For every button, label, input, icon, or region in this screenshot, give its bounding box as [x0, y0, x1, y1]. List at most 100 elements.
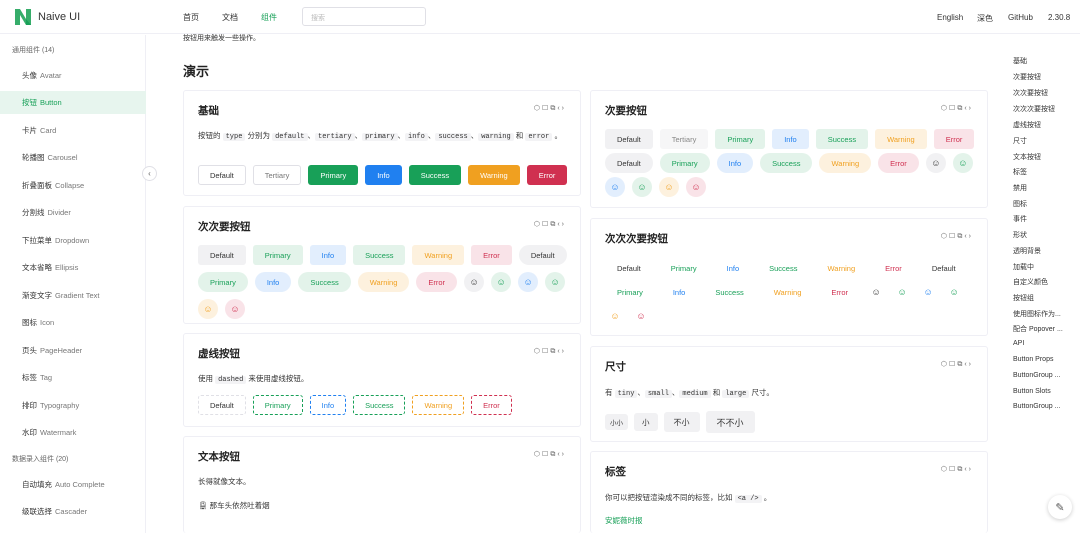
codesandbox-icon[interactable]: ⬡ — [941, 361, 949, 368]
warning-button[interactable]: Warning — [875, 129, 927, 149]
success-round-button[interactable]: Success — [760, 153, 813, 173]
large-button[interactable]: 不不小 — [705, 411, 755, 433]
toc-item[interactable]: 次要按钮 — [1013, 72, 1041, 82]
primary-round-button[interactable]: Primary — [659, 153, 710, 173]
primary-dashed-button[interactable]: Primary — [252, 395, 303, 415]
code-icon[interactable]: ‹› — [964, 233, 973, 240]
code-icon[interactable]: ‹› — [557, 348, 566, 355]
sidebar-item-dropdown[interactable]: 下拉菜单 Dropdown — [0, 229, 146, 252]
toc-item[interactable]: 自定义颜色 — [1013, 277, 1048, 287]
info-dashed-button[interactable]: Info — [309, 395, 347, 415]
icon-button[interactable]: ☺ — [464, 272, 485, 292]
error-button[interactable]: Error — [933, 129, 975, 149]
toc-item[interactable]: API — [1013, 340, 1024, 347]
primary-round-button[interactable]: Primary — [198, 272, 248, 292]
sidebar-item-button[interactable]: 按钮 Button — [0, 91, 146, 114]
warning-round-button[interactable]: Warning — [762, 282, 814, 302]
nav-components[interactable]: 组件 — [261, 12, 277, 23]
toc-item[interactable]: 使用图标作为... — [1013, 309, 1061, 319]
codesandbox-icon[interactable]: ⬡ — [534, 105, 542, 112]
success-button[interactable]: Success — [353, 245, 406, 265]
icon-button[interactable]: ☺ — [892, 282, 912, 302]
toc-item[interactable]: 禁用 — [1013, 183, 1027, 193]
toc-item[interactable]: Button Props — [1013, 356, 1053, 363]
codesandbox-icon[interactable]: ⬡ — [534, 348, 542, 355]
search-input[interactable]: 搜索 — [302, 7, 426, 26]
sidebar-item-divider[interactable]: 分割线 Divider — [0, 201, 146, 224]
codesandbox-icon[interactable]: ⬡ — [534, 221, 542, 228]
sidebar-item-tag[interactable]: 标签 Tag — [0, 366, 146, 389]
icon-button[interactable]: ☺ — [659, 177, 679, 197]
info-button[interactable]: Info — [309, 245, 347, 265]
code-icon[interactable]: ‹› — [964, 105, 973, 112]
github-link[interactable]: GitHub — [1008, 13, 1033, 22]
default-round-button[interactable]: Default — [605, 153, 653, 173]
sidebar-item-gradient-text[interactable]: 渐变文字 Gradient Text — [0, 284, 146, 307]
warning-button[interactable]: Warning — [412, 245, 465, 265]
toc-item[interactable]: 透明背景 — [1013, 246, 1041, 256]
nav-docs[interactable]: 文档 — [222, 12, 238, 23]
icon-button[interactable]: ☺ — [632, 177, 652, 197]
toc-item[interactable]: 次次次要按钮 — [1013, 104, 1055, 114]
error-button[interactable]: Error — [873, 258, 914, 278]
toc-item[interactable]: 标签 — [1013, 167, 1027, 177]
toc-item[interactable]: 尺寸 — [1013, 136, 1027, 146]
theme-edit-button[interactable]: ✎ — [1048, 495, 1072, 519]
brand-name[interactable]: Naive UI — [38, 11, 80, 23]
sidebar-item-avatar[interactable]: 头像 Avatar — [0, 64, 146, 87]
sidebar-item-cascader[interactable]: 级联选择 Cascader — [0, 500, 146, 523]
success-button[interactable]: Success — [815, 129, 869, 149]
version-label[interactable]: 2.30.8 — [1048, 13, 1070, 22]
code-icon[interactable]: ‹› — [557, 221, 566, 228]
icon-button[interactable]: ☺ — [545, 272, 566, 292]
info-round-button[interactable]: Info — [716, 153, 754, 173]
code-icon[interactable]: ‹› — [964, 361, 973, 368]
icon-button[interactable]: ☺ — [225, 299, 245, 319]
toc-item[interactable]: 图标 — [1013, 199, 1027, 209]
medium-button[interactable]: 不小 — [663, 412, 700, 432]
error-button[interactable]: Error — [471, 245, 512, 265]
icon-button[interactable]: ☺ — [605, 306, 625, 326]
toc-item[interactable]: 虚线按钮 — [1013, 120, 1041, 130]
warning-round-button[interactable]: Warning — [357, 272, 410, 292]
icon-button[interactable]: ☺ — [605, 177, 625, 197]
toc-item[interactable]: 加载中 — [1013, 262, 1034, 272]
codesandbox-icon[interactable]: ⬡ — [941, 105, 949, 112]
warning-button[interactable]: Warning — [468, 165, 520, 185]
success-round-button[interactable]: Success — [703, 282, 755, 302]
default-dashed-button[interactable]: Default — [198, 395, 246, 415]
info-button[interactable]: Info — [715, 258, 752, 278]
code-icon[interactable]: ‹› — [557, 451, 566, 458]
warning-round-button[interactable]: Warning — [819, 153, 872, 173]
primary-button[interactable]: Primary — [715, 129, 766, 149]
sidebar-item-card[interactable]: 卡片 Card — [0, 119, 146, 142]
toc-item[interactable]: Button Slots — [1013, 388, 1051, 395]
primary-button[interactable]: Primary — [252, 245, 303, 265]
info-button[interactable]: Info — [365, 165, 402, 185]
icon-button[interactable]: ☺ — [686, 177, 706, 197]
icon-button[interactable]: ☺ — [198, 299, 218, 319]
warning-button[interactable]: Warning — [815, 258, 867, 278]
codesandbox-icon[interactable]: ⬡ — [941, 233, 949, 240]
codesandbox-icon[interactable]: ⬡ — [534, 451, 542, 458]
error-dashed-button[interactable]: Error — [471, 395, 512, 415]
info-button[interactable]: Info — [772, 129, 809, 149]
sidebar-item-carousel[interactable]: 轮播图 Carousel — [0, 146, 146, 169]
sidebar-item-collapse[interactable]: 折叠面板 Collapse — [0, 174, 146, 197]
primary-round-button[interactable]: Primary — [605, 282, 655, 302]
toc-item[interactable]: ButtonGroup ... — [1013, 372, 1060, 379]
theme-switch[interactable]: 深色 — [977, 13, 993, 24]
sidebar-item-auto-complete[interactable]: 自动填充 Auto Complete — [0, 473, 146, 496]
error-button[interactable]: Error — [526, 165, 568, 185]
icon-button[interactable]: ☺ — [944, 282, 964, 302]
toc-item[interactable]: 次次要按钮 — [1013, 88, 1048, 98]
code-icon[interactable]: ‹› — [964, 466, 973, 473]
nav-home[interactable]: 首页 — [183, 12, 199, 23]
default-button[interactable]: Default — [198, 165, 246, 185]
success-dashed-button[interactable]: Success — [353, 395, 406, 415]
text-button[interactable]: 🚆︎ 那车头依然吐着烟 — [198, 499, 270, 513]
codesandbox-icon[interactable]: ⬡ — [941, 466, 949, 473]
toc-item[interactable]: 配合 Popover ... — [1013, 324, 1063, 334]
toc-item[interactable]: 文本按钮 — [1013, 152, 1041, 162]
default-button[interactable]: Default — [605, 129, 653, 149]
